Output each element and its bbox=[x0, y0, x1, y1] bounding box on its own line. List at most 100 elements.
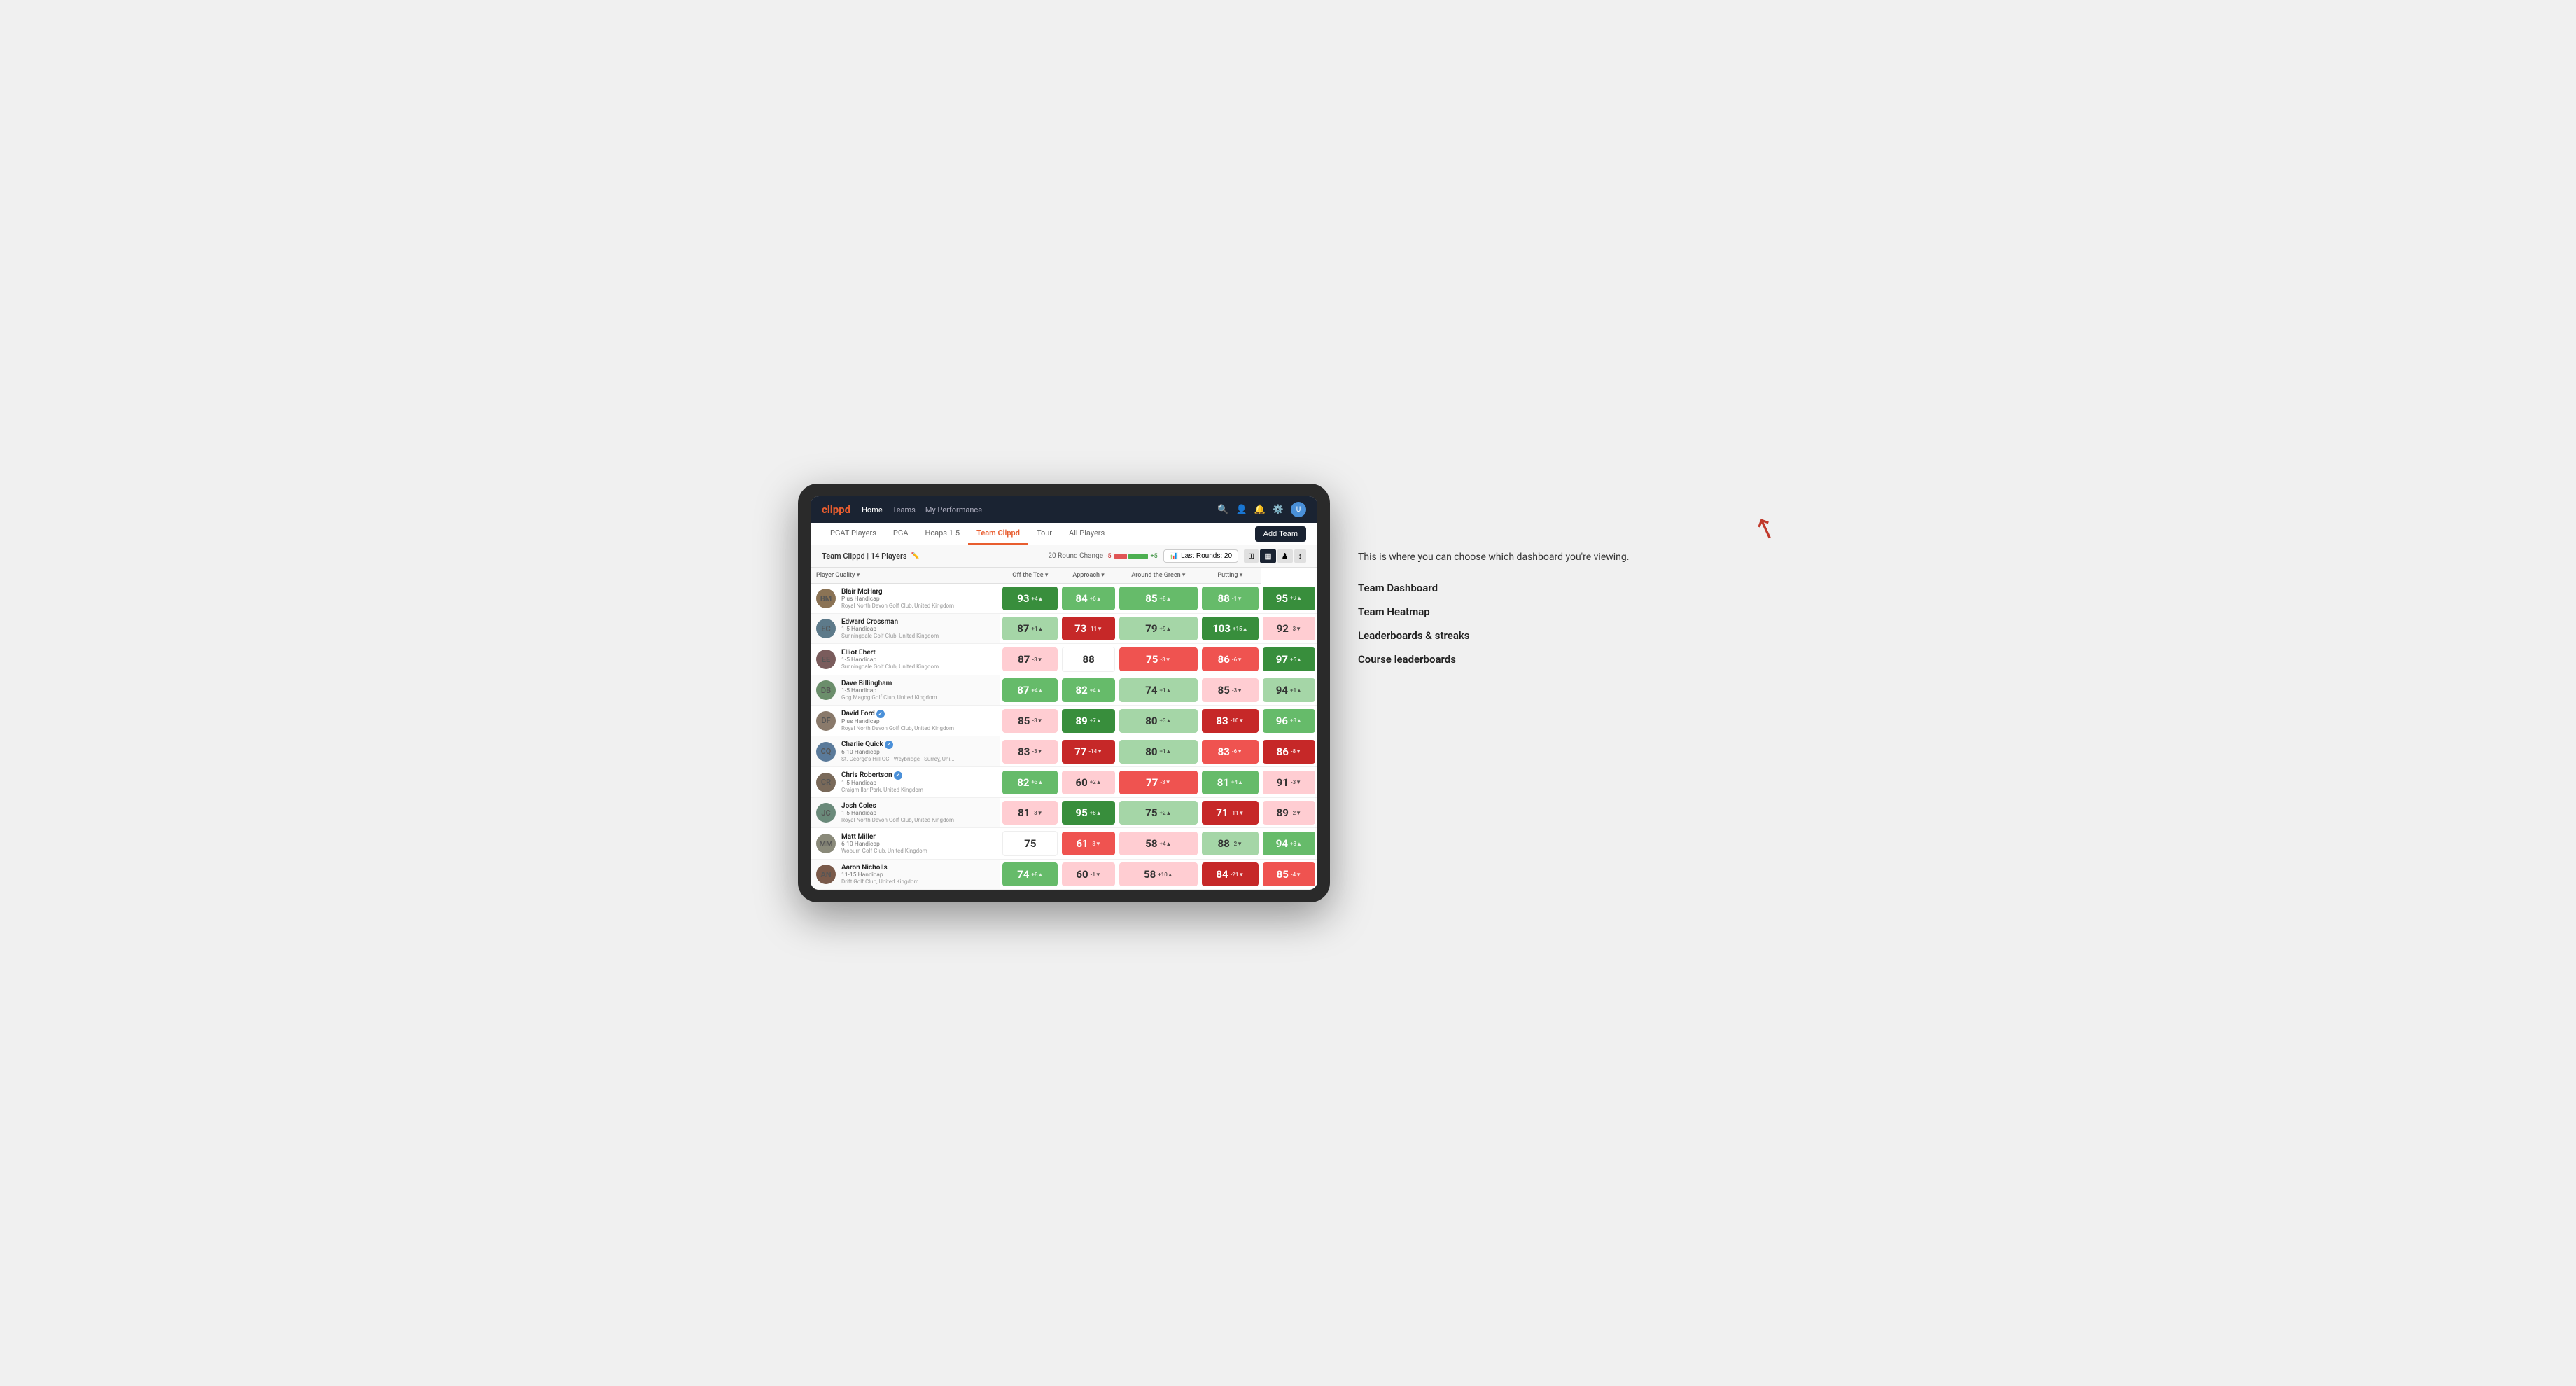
annotation-arrow: ↗ bbox=[1358, 512, 1778, 545]
player-info: Edward Crossman 1-5 Handicap Sunningdale… bbox=[841, 618, 939, 639]
edit-icon[interactable]: ✏️ bbox=[911, 552, 920, 560]
nav-teams[interactable]: Teams bbox=[892, 505, 916, 514]
player-avatar: EC bbox=[816, 619, 836, 638]
metric-value: 89 bbox=[1277, 806, 1289, 819]
nav-home[interactable]: Home bbox=[862, 505, 883, 514]
metric-value: 73 bbox=[1074, 622, 1086, 635]
table-row[interactable]: MM Matt Miller 6-10 Handicap Woburn Golf… bbox=[811, 828, 1317, 860]
view-toggle: ⊞ ▦ ♟ ↕ bbox=[1244, 550, 1306, 563]
table-row[interactable]: BM Blair McHarg Plus Handicap Royal Nort… bbox=[811, 584, 1317, 614]
metric-cell-around_green: 88 -2▼ bbox=[1200, 828, 1261, 860]
tab-tour[interactable]: Tour bbox=[1028, 523, 1060, 545]
bell-icon[interactable]: 🔔 bbox=[1254, 505, 1266, 515]
metric-value: 77 bbox=[1146, 776, 1158, 789]
tab-team-clippd[interactable]: Team Clippd bbox=[968, 523, 1028, 545]
player-name: Dave Billingham bbox=[841, 680, 937, 687]
player-info: Aaron Nicholls 11-15 Handicap Drift Golf… bbox=[841, 864, 919, 885]
metric-inner: 89 +7▲ bbox=[1062, 709, 1114, 733]
metric-inner: 83 -3▼ bbox=[1002, 740, 1058, 764]
table-row[interactable]: JC Josh Coles 1-5 Handicap Royal North D… bbox=[811, 798, 1317, 828]
metric-value: 80 bbox=[1145, 746, 1157, 758]
player-avatar: DF bbox=[816, 711, 836, 731]
last-rounds-icon: 📊 bbox=[1170, 552, 1178, 560]
metric-cell-approach: 74 +1▲ bbox=[1117, 676, 1200, 706]
metric-value: 86 bbox=[1218, 653, 1230, 666]
metric-value: 93 bbox=[1017, 592, 1029, 605]
team-name: Team Clippd | 14 Players bbox=[822, 552, 907, 561]
metric-value: 74 bbox=[1145, 684, 1157, 696]
view-chart-button[interactable]: ♟ bbox=[1278, 550, 1293, 563]
metric-value: 75 bbox=[1146, 653, 1158, 666]
metric-value: 58 bbox=[1144, 868, 1156, 881]
tab-all-players[interactable]: All Players bbox=[1060, 523, 1113, 545]
metric-inner: 75 +2▲ bbox=[1119, 801, 1198, 825]
player-name: Elliot Ebert bbox=[841, 649, 939, 657]
table-row[interactable]: CR Chris Robertson✓ 1-5 Handicap Craigmi… bbox=[811, 767, 1317, 798]
table-row[interactable]: EC Edward Crossman 1-5 Handicap Sunningd… bbox=[811, 614, 1317, 644]
player-avatar: CR bbox=[816, 773, 836, 792]
table-row[interactable]: AN Aaron Nicholls 11-15 Handicap Drift G… bbox=[811, 860, 1317, 890]
metric-cell-off_tee: 89 +7▲ bbox=[1060, 706, 1116, 736]
table-row[interactable]: DF David Ford✓ Plus Handicap Royal North… bbox=[811, 706, 1317, 736]
metric-value: 94 bbox=[1276, 837, 1288, 850]
metric-inner: 87 +1▲ bbox=[1002, 617, 1058, 640]
nav-my-performance[interactable]: My Performance bbox=[925, 505, 982, 514]
player-club: Drift Golf Club, United Kingdom bbox=[841, 878, 919, 885]
metric-value: 75 bbox=[1024, 837, 1036, 850]
player-cell: AN Aaron Nicholls 11-15 Handicap Drift G… bbox=[811, 860, 1000, 889]
metric-inner: 97 +5▲ bbox=[1263, 648, 1315, 671]
tab-pgat-players[interactable]: PGAT Players bbox=[822, 523, 885, 545]
view-sort-button[interactable]: ↕ bbox=[1294, 550, 1307, 563]
metric-value: 74 bbox=[1017, 868, 1029, 881]
view-heatmap-button[interactable]: ▦ bbox=[1260, 550, 1275, 563]
player-cell: BM Blair McHarg Plus Handicap Royal Nort… bbox=[811, 584, 1000, 613]
settings-icon[interactable]: ⚙️ bbox=[1273, 505, 1284, 515]
metric-inner: 96 +3▲ bbox=[1263, 709, 1315, 733]
metric-cell-putting: 91 -3▼ bbox=[1261, 767, 1317, 798]
table-row[interactable]: CQ Charlie Quick✓ 6-10 Handicap St. Geor… bbox=[811, 736, 1317, 767]
metric-cell-player_quality: 87 +1▲ bbox=[1000, 614, 1060, 644]
annotation-item-leaderboards: Leaderboards & streaks bbox=[1358, 629, 1778, 642]
metric-value: 60 bbox=[1076, 868, 1088, 881]
metric-value: 88 bbox=[1082, 653, 1094, 666]
metric-cell-putting: 86 -8▼ bbox=[1261, 736, 1317, 767]
player-cell: EE Elliot Ebert 1-5 Handicap Sunningdale… bbox=[811, 645, 1000, 674]
metric-cell-off_tee: 82 +4▲ bbox=[1060, 676, 1116, 706]
tab-pga[interactable]: PGA bbox=[885, 523, 917, 545]
last-rounds-button[interactable]: 📊 Last Rounds: 20 bbox=[1163, 550, 1238, 563]
player-handicap: 1-5 Handicap bbox=[841, 657, 939, 664]
subnav-tabs: PGAT Players PGA Hcaps 1-5 Team Clippd T… bbox=[822, 523, 1113, 545]
table-row[interactable]: EE Elliot Ebert 1-5 Handicap Sunningdale… bbox=[811, 644, 1317, 676]
metric-cell-around_green: 88 -1▼ bbox=[1200, 584, 1261, 614]
player-name: Edward Crossman bbox=[841, 618, 939, 626]
verified-badge: ✓ bbox=[894, 771, 902, 780]
team-header: Team Clippd | 14 Players ✏️ 20 Round Cha… bbox=[811, 545, 1317, 568]
player-handicap: Plus Handicap bbox=[841, 718, 954, 725]
metric-cell-around_green: 84 -21▼ bbox=[1200, 860, 1261, 890]
metric-cell-player_quality: 93 +4▲ bbox=[1000, 584, 1060, 614]
person-icon[interactable]: 👤 bbox=[1236, 505, 1247, 515]
annotation-panel: ↗ This is where you can choose which das… bbox=[1358, 484, 1778, 666]
metric-inner: 61 -3▼ bbox=[1062, 832, 1114, 855]
metric-inner: 87 +4▲ bbox=[1002, 678, 1058, 702]
annotation-item-course: Course leaderboards bbox=[1358, 653, 1778, 666]
player-name: Aaron Nicholls bbox=[841, 864, 919, 872]
add-team-button[interactable]: Add Team bbox=[1255, 526, 1306, 542]
view-grid-button[interactable]: ⊞ bbox=[1244, 550, 1259, 563]
player-handicap: 1-5 Handicap bbox=[841, 780, 923, 787]
player-club: Gog Magog Golf Club, United Kingdom bbox=[841, 694, 937, 701]
metric-inner: 75 -3▼ bbox=[1119, 648, 1198, 671]
search-icon[interactable]: 🔍 bbox=[1217, 505, 1228, 515]
col-off-tee: Off the Tee ▾ bbox=[1000, 568, 1060, 584]
metric-cell-around_green: 86 -6▼ bbox=[1200, 644, 1261, 676]
metric-inner: 77 -3▼ bbox=[1119, 771, 1198, 794]
table-row[interactable]: DB Dave Billingham 1-5 Handicap Gog Mago… bbox=[811, 676, 1317, 706]
metric-inner: 103 +15▲ bbox=[1202, 617, 1259, 640]
metric-value: 86 bbox=[1277, 746, 1289, 758]
tab-hcaps[interactable]: Hcaps 1-5 bbox=[917, 523, 969, 545]
player-name: David Ford✓ bbox=[841, 710, 954, 718]
user-avatar[interactable]: U bbox=[1291, 502, 1306, 517]
metric-inner: 82 +4▲ bbox=[1062, 678, 1114, 702]
player-club: Royal North Devon Golf Club, United King… bbox=[841, 725, 954, 732]
player-name: Charlie Quick✓ bbox=[841, 741, 955, 749]
